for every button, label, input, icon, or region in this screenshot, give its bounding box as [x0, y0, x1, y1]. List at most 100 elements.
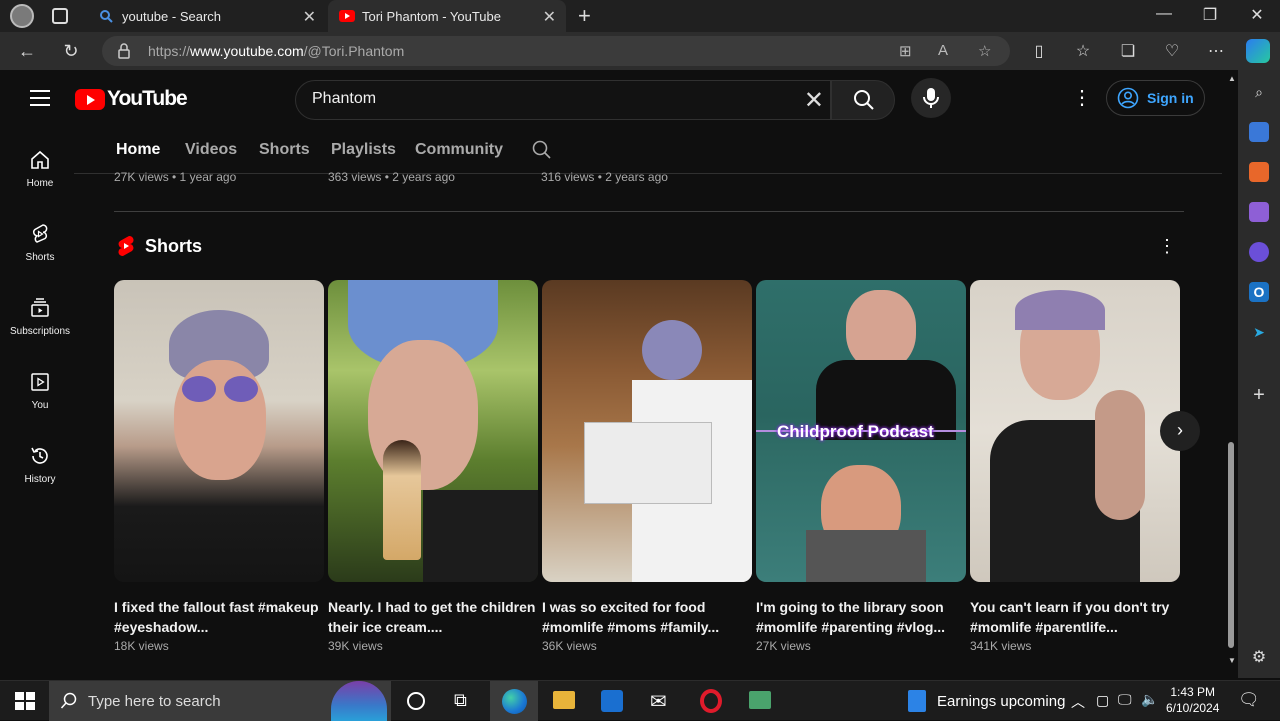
copilot-icon[interactable] — [1246, 39, 1270, 63]
short-thumbnail[interactable] — [542, 280, 752, 582]
tab-label: Tori Phantom - YouTube — [362, 8, 501, 24]
games-icon[interactable] — [1249, 202, 1269, 222]
edge-sidebar: ⌕ O ➤ + ⚙ — [1238, 70, 1280, 678]
close-tab-icon[interactable]: ✕ — [543, 7, 556, 27]
guide-label: You — [31, 400, 49, 411]
guide-item-home[interactable]: Home — [4, 148, 76, 189]
profile-avatar-icon[interactable] — [10, 4, 34, 28]
read-aloud-icon[interactable]: A — [938, 42, 948, 59]
short-card[interactable]: Nearly. I had to get the children their … — [328, 280, 538, 653]
settings-kebab-icon[interactable]: ⋮ — [1072, 88, 1092, 108]
favorites-icon[interactable]: ☆ — [1072, 41, 1094, 61]
close-tab-icon[interactable]: ✕ — [303, 7, 316, 27]
short-thumbnail[interactable] — [114, 280, 324, 582]
tab-community[interactable]: Community — [415, 141, 503, 159]
app-available-icon[interactable]: ⊞ — [899, 42, 912, 60]
minimize-icon[interactable]: — — [1154, 5, 1174, 23]
windows-taskbar: Type here to search ⧉ ✉ Earnings upcomin… — [0, 680, 1280, 721]
voice-search-button[interactable] — [911, 78, 951, 118]
podcast-caption: Childproof Podcast — [777, 422, 934, 441]
taskbar-clock[interactable]: 1:43 PM 6/10/2024 — [1166, 684, 1219, 716]
short-title[interactable]: You can't learn if you don't try #momlif… — [970, 597, 1180, 637]
short-title[interactable]: I'm going to the library soon #momlife #… — [756, 597, 966, 637]
volume-muted-icon[interactable]: 🔈 — [1141, 691, 1158, 708]
url-field[interactable]: https://www.youtube.com/@Tori.Phantom ⊞ … — [102, 36, 1010, 66]
guide-item-subscriptions[interactable]: Subscriptions — [4, 296, 76, 337]
tools-briefcase-icon[interactable] — [1249, 162, 1269, 182]
notifications-icon[interactable]: 🗨 — [1238, 690, 1260, 710]
file-explorer-icon[interactable] — [553, 691, 575, 709]
short-title[interactable]: I was so excited for food #momlife #moms… — [542, 597, 752, 637]
sign-in-button[interactable]: Sign in — [1106, 80, 1205, 116]
scrollbar-thumb[interactable] — [1228, 442, 1234, 648]
short-thumbnail[interactable] — [970, 280, 1180, 582]
show-hidden-icons-chevron-icon[interactable]: ︿ — [1071, 692, 1085, 712]
guide-item-history[interactable]: History — [4, 444, 76, 485]
youtube-play-logo-icon — [75, 88, 105, 110]
new-tab-icon[interactable]: + — [578, 3, 591, 29]
clear-search-icon[interactable]: ✕ — [804, 86, 824, 115]
history-icon — [31, 447, 48, 464]
guide-label: Subscriptions — [9, 326, 71, 337]
tab-label: youtube - Search — [122, 8, 222, 24]
short-card[interactable]: You can't learn if you don't try #momlif… — [970, 280, 1180, 653]
edge-browser-icon[interactable] — [502, 689, 527, 714]
copilot-app-icon[interactable] — [1249, 242, 1269, 262]
short-card[interactable]: I fixed the fallout fast #makeup #eyesha… — [114, 280, 324, 653]
app-icon[interactable] — [749, 691, 771, 709]
close-window-icon[interactable]: ✕ — [1247, 5, 1267, 25]
microsoft-store-icon[interactable] — [601, 690, 623, 712]
refresh-icon[interactable]: ↻ — [60, 40, 82, 62]
back-icon[interactable]: ← — [16, 40, 38, 62]
outlook-icon[interactable]: O — [1249, 282, 1269, 302]
bing-search-icon — [100, 10, 113, 23]
collections-icon[interactable]: ❏ — [1117, 41, 1139, 61]
channel-search-icon[interactable] — [532, 140, 552, 160]
guide-item-shorts[interactable]: Shorts — [4, 222, 76, 263]
short-title[interactable]: I fixed the fallout fast #makeup #eyesha… — [114, 597, 324, 637]
send-icon[interactable]: ➤ — [1249, 322, 1269, 342]
shorts-next-arrow-icon[interactable]: › — [1160, 411, 1200, 451]
search-button[interactable] — [831, 80, 895, 120]
settings-more-icon[interactable]: ⋯ — [1205, 41, 1227, 61]
page-scrollbar[interactable]: ▲ ▼ — [1226, 70, 1238, 678]
favorite-star-icon[interactable]: ☆ — [978, 42, 991, 60]
add-app-icon[interactable]: + — [1249, 385, 1269, 405]
tab-playlists[interactable]: Playlists — [331, 141, 396, 159]
short-views: 18K views — [114, 639, 169, 653]
browser-tab-youtube[interactable]: Tori Phantom - YouTube ✕ — [328, 0, 566, 32]
shorts-more-options-icon[interactable]: ⋮ — [1158, 236, 1176, 257]
tray-device-icon[interactable]: ▢ — [1096, 692, 1109, 709]
windows-start-icon[interactable] — [13, 690, 37, 712]
sign-in-label: Sign in — [1147, 90, 1194, 106]
yt-header: YouTube Phantom ✕ ⋮ Sign in — [4, 70, 1224, 126]
youtube-logo[interactable]: YouTube — [75, 87, 188, 111]
sidebar-settings-gear-icon[interactable]: ⚙ — [1249, 648, 1269, 668]
mail-icon[interactable]: ✉ — [650, 689, 667, 714]
short-card[interactable]: Childproof Podcast I'm going to the libr… — [756, 280, 966, 653]
guide-item-you[interactable]: You — [4, 370, 76, 411]
short-card[interactable]: I was so excited for food #momlife #moms… — [542, 280, 752, 653]
news-widget-text[interactable]: Earnings upcoming — [937, 693, 1065, 710]
browser-tab-search[interactable]: youtube - Search ✕ — [88, 0, 326, 32]
taskbar-search-input[interactable]: Type here to search — [49, 681, 391, 721]
tab-shorts[interactable]: Shorts — [259, 141, 310, 159]
split-screen-icon[interactable]: ▯ — [1028, 41, 1050, 61]
browser-essentials-icon[interactable]: ♡ — [1161, 41, 1183, 61]
search-input[interactable]: Phantom ✕ — [295, 80, 831, 120]
short-title[interactable]: Nearly. I had to get the children their … — [328, 597, 538, 637]
search-icon[interactable]: ⌕ — [1249, 82, 1269, 102]
tab-home[interactable]: Home — [116, 141, 160, 159]
restore-icon[interactable]: ❐ — [1200, 5, 1220, 25]
menu-hamburger-icon[interactable] — [30, 90, 50, 106]
short-thumbnail[interactable]: Childproof Podcast — [756, 280, 966, 582]
task-view-icon[interactable]: ⧉ — [454, 690, 467, 711]
tab-videos[interactable]: Videos — [185, 141, 237, 159]
cortana-icon[interactable] — [407, 692, 425, 710]
shopping-tag-icon[interactable] — [1249, 122, 1269, 142]
search-highlight-icon — [331, 681, 387, 721]
short-thumbnail[interactable] — [328, 280, 538, 582]
tab-actions-icon[interactable] — [52, 8, 68, 24]
opera-icon[interactable] — [700, 689, 722, 713]
network-icon[interactable]: 🖵 — [1118, 691, 1132, 708]
